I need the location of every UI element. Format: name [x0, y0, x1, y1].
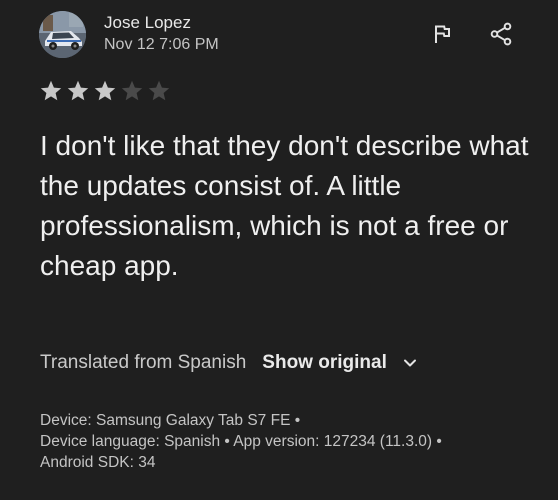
star-rating: [39, 79, 171, 103]
device-info-line-3: Android SDK: 34: [40, 452, 540, 473]
device-info-line-1: Device: Samsung Galaxy Tab S7 FE •: [40, 410, 540, 431]
star-filled-icon: [67, 80, 89, 101]
star-filled-icon: [40, 80, 62, 101]
review-text: I don't like that they don't describe wh…: [40, 130, 529, 281]
avatar[interactable]: [39, 11, 86, 58]
show-original-button[interactable]: Show original: [262, 352, 387, 374]
translation-row: Translated from Spanish Show original: [40, 352, 419, 374]
share-icon: [490, 22, 512, 46]
star-filled-icon: [94, 80, 116, 101]
translated-label: Translated from Spanish: [40, 352, 247, 373]
device-info-line-2: Device language: Spanish • App version: …: [40, 431, 540, 452]
flag-icon: [435, 25, 450, 43]
star-empty-icon: [121, 80, 143, 101]
android-sdk: Android SDK: 34: [40, 454, 156, 471]
device-model: Device: Samsung Galaxy Tab S7 FE •: [40, 412, 301, 429]
device-language: Device language: Spanish •: [40, 433, 230, 450]
car-photo-avatar: [39, 11, 86, 58]
app-version: App version: 127234 (11.3.0) •: [233, 433, 442, 450]
flag-button[interactable]: [427, 19, 457, 49]
review-date: Nov 12 7:06 PM: [104, 36, 219, 53]
star-empty-icon: [148, 80, 170, 101]
chevron-down-icon[interactable]: [401, 354, 419, 372]
share-button[interactable]: [486, 19, 516, 49]
device-info: Device: Samsung Galaxy Tab S7 FE • Devic…: [40, 410, 540, 473]
reviewer-name: Jose Lopez: [104, 13, 191, 32]
